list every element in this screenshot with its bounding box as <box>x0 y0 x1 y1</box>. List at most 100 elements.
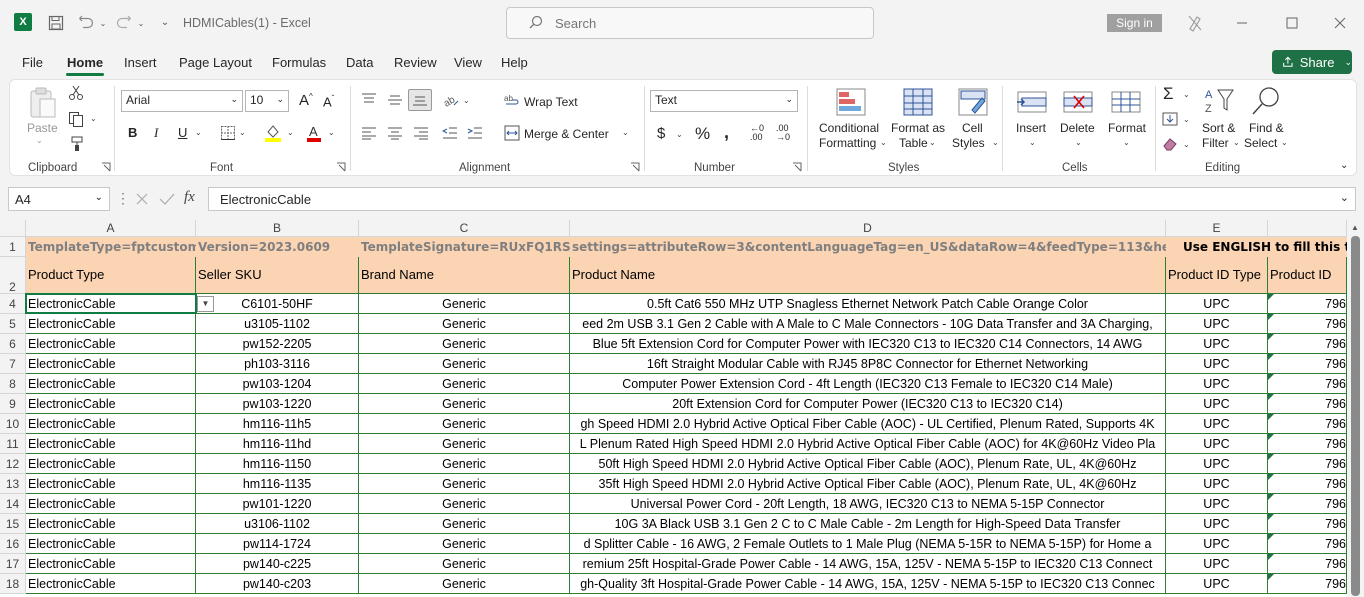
table-cell[interactable]: 796 <box>1268 454 1347 474</box>
table-cell[interactable]: u3105-1102 <box>196 314 359 334</box>
scroll-up-icon[interactable]: ▲ <box>1351 223 1359 232</box>
decrease-font-icon[interactable]: Aˇ <box>323 94 334 109</box>
column-title-cell[interactable]: Product ID <box>1268 257 1347 294</box>
column-title-cell[interactable]: Product ID Type <box>1166 257 1268 294</box>
table-cell[interactable]: UPC <box>1166 474 1268 494</box>
number-format-select[interactable]: Text ⌄ <box>650 90 798 112</box>
column-header[interactable]: E <box>1166 220 1268 237</box>
table-cell[interactable]: 796 <box>1268 374 1347 394</box>
save-icon[interactable] <box>46 13 66 33</box>
error-indicator-icon[interactable] <box>1268 474 1274 480</box>
sort-filter-button[interactable]: AZ Sort & Filter ⌄ <box>1200 84 1240 160</box>
font-color-dropdown-icon[interactable]: ⌄ <box>328 128 335 137</box>
autosum-dropdown-icon[interactable]: ⌄ <box>1183 90 1190 99</box>
insert-cells-button[interactable]: Insert ⌄ <box>1012 84 1052 160</box>
error-indicator-icon[interactable] <box>1268 534 1274 540</box>
tab-file[interactable]: File <box>22 55 43 70</box>
table-cell[interactable]: d Splitter Cable - 16 AWG, 2 Female Outl… <box>570 534 1166 554</box>
table-cell[interactable]: pw103-1204 <box>196 374 359 394</box>
tab-view[interactable]: View <box>454 55 482 70</box>
clear-icon[interactable] <box>1162 137 1178 151</box>
table-cell[interactable]: 796 <box>1268 494 1347 514</box>
tab-help[interactable]: Help <box>501 55 528 70</box>
row-header[interactable]: 5 <box>0 314 26 334</box>
row-header[interactable]: 14 <box>0 494 26 514</box>
percent-icon[interactable]: % <box>695 124 710 144</box>
table-cell[interactable]: ElectronicCable <box>26 494 196 514</box>
table-cell[interactable]: Generic <box>359 534 570 554</box>
template-info-cell[interactable]: settings=attributeRow=3&contentLanguageT… <box>570 237 1166 257</box>
clipboard-launcher-icon[interactable] <box>101 162 111 172</box>
table-cell[interactable]: gh-Quality 3ft Hospital-Grade Power Cabl… <box>570 574 1166 594</box>
table-cell[interactable]: hm116-11hd <box>196 434 359 454</box>
table-cell[interactable]: UPC <box>1166 494 1268 514</box>
table-cell[interactable]: UPC <box>1166 554 1268 574</box>
template-info-cell[interactable]: Use ENGLISH to fill this te <box>1166 237 1347 257</box>
borders-dropdown-icon[interactable]: ⌄ <box>239 128 246 137</box>
share-button[interactable]: Share ⌄ <box>1272 50 1352 74</box>
alignment-launcher-icon[interactable] <box>630 162 640 172</box>
error-indicator-icon[interactable] <box>1268 334 1274 340</box>
error-indicator-icon[interactable] <box>1268 354 1274 360</box>
table-cell[interactable]: ElectronicCable <box>26 374 196 394</box>
format-cells-button[interactable]: Format ⌄ <box>1102 84 1150 160</box>
row-header[interactable]: 13 <box>0 474 26 494</box>
undo-dropdown-icon[interactable]: ⌄ <box>98 14 108 32</box>
search-input[interactable] <box>555 16 855 31</box>
row-header[interactable]: 15 <box>0 514 26 534</box>
table-cell[interactable]: Generic <box>359 454 570 474</box>
comma-style-icon[interactable]: , <box>724 122 729 143</box>
table-cell[interactable]: pw140-c203 <box>196 574 359 594</box>
table-cell[interactable]: ElectronicCable <box>26 414 196 434</box>
column-header[interactable]: D <box>570 220 1166 237</box>
increase-indent-icon[interactable] <box>467 126 483 140</box>
redo-dropdown-icon[interactable]: ⌄ <box>136 14 146 32</box>
delete-cells-button[interactable]: Delete ⌄ <box>1056 84 1100 160</box>
row-header[interactable]: 6 <box>0 334 26 354</box>
maximize-icon[interactable] <box>1283 14 1301 32</box>
tab-review[interactable]: Review <box>394 55 437 70</box>
table-cell[interactable]: Generic <box>359 374 570 394</box>
scrollbar-thumb[interactable] <box>1351 236 1360 596</box>
copy-icon[interactable] <box>68 111 84 127</box>
column-header[interactable] <box>1268 220 1347 237</box>
table-cell[interactable]: UPC <box>1166 334 1268 354</box>
sign-in-button[interactable]: Sign in <box>1107 14 1162 32</box>
copy-dropdown-icon[interactable]: ⌄ <box>90 114 97 123</box>
error-indicator-icon[interactable] <box>1268 314 1274 320</box>
row-header[interactable]: 18 <box>0 574 26 594</box>
column-title-cell[interactable]: Product Name <box>570 257 1166 294</box>
table-cell[interactable]: 796 <box>1268 554 1347 574</box>
template-info-cell[interactable]: Version=2023.0609 <box>196 237 359 257</box>
find-select-button[interactable]: Find & Select ⌄ <box>1244 84 1296 160</box>
row-header[interactable]: 9 <box>0 394 26 414</box>
close-icon[interactable] <box>1331 14 1349 32</box>
table-cell[interactable]: 796 <box>1268 514 1347 534</box>
increase-decimal-icon[interactable]: ←0.00 <box>750 124 764 142</box>
undo-icon[interactable] <box>76 13 96 33</box>
table-cell[interactable]: 796 <box>1268 574 1347 594</box>
table-cell[interactable]: 796 <box>1268 394 1347 414</box>
redo-icon[interactable] <box>114 13 134 33</box>
table-cell[interactable]: eed 2m USB 3.1 Gen 2 Cable with A Male t… <box>570 314 1166 334</box>
table-cell[interactable]: UPC <box>1166 354 1268 374</box>
table-cell[interactable]: 796 <box>1268 434 1347 454</box>
table-cell[interactable]: Generic <box>359 494 570 514</box>
paste-icon[interactable] <box>28 86 58 120</box>
search-box[interactable] <box>506 7 874 39</box>
table-cell[interactable]: Generic <box>359 434 570 454</box>
format-as-table-button[interactable]: Format as Table ⌄ <box>887 84 947 160</box>
table-cell[interactable]: UPC <box>1166 374 1268 394</box>
select-all-corner[interactable] <box>0 220 26 237</box>
table-cell[interactable]: 796 <box>1268 334 1347 354</box>
fill-color-dropdown-icon[interactable]: ⌄ <box>287 128 294 137</box>
tab-page-layout[interactable]: Page Layout <box>179 55 252 70</box>
table-cell[interactable]: Generic <box>359 474 570 494</box>
table-cell[interactable]: ElectronicCable <box>26 534 196 554</box>
fill-dropdown-icon[interactable]: ⌄ <box>1183 115 1190 124</box>
template-info-cell[interactable]: TemplateType=fptcustom <box>26 237 200 257</box>
table-cell[interactable]: ElectronicCable <box>26 574 196 594</box>
number-launcher-icon[interactable] <box>792 162 802 172</box>
table-cell[interactable]: 35ft High Speed HDMI 2.0 Hybrid Active O… <box>570 474 1166 494</box>
error-indicator-icon[interactable] <box>1268 414 1274 420</box>
